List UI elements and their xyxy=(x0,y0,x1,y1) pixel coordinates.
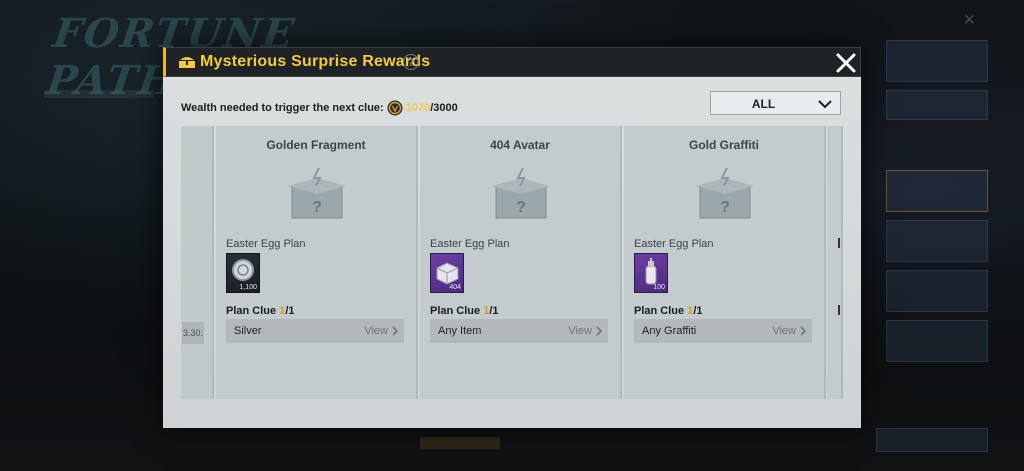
reward-card[interactable]: 404 Avatar ? Easter Egg Plan 404 Plan Cl… xyxy=(420,126,622,399)
item-quantity: 404 xyxy=(449,284,461,291)
requirement-name: Silver xyxy=(234,325,262,337)
plan-label: Easter Egg Plan xyxy=(634,238,714,250)
reward-name: 404 Avatar xyxy=(490,138,550,152)
wealth-total: /3000 xyxy=(430,102,458,114)
modal-header: Mysterious Surprise Rewards ? xyxy=(163,47,861,77)
requirement-name: Any Item xyxy=(438,325,482,337)
background-subtitle-bar xyxy=(44,90,154,98)
wealth-current: 1070 xyxy=(405,102,431,114)
chest-icon xyxy=(179,57,195,68)
reward-card[interactable]: Gold Graffiti ? Easter Egg Plan 100 Plan… xyxy=(624,126,826,399)
item-crate-icon[interactable]: 404 xyxy=(430,253,464,293)
view-link[interactable]: View xyxy=(568,325,592,337)
background-panel xyxy=(886,40,988,82)
clue-label: Plan Clue xyxy=(430,305,481,317)
item-quantity: 1,100 xyxy=(239,284,257,291)
clue-label: Plan Clue xyxy=(226,305,277,317)
modal-title: Mysterious Surprise Rewards xyxy=(200,53,431,70)
wealth-coin-icon xyxy=(387,100,403,116)
background-panel xyxy=(886,170,988,212)
svg-text:?: ? xyxy=(516,199,526,216)
reward-name: Gold Graffiti xyxy=(689,138,759,152)
background-close-icon: ✕ xyxy=(962,12,976,29)
rewards-modal: Mysterious Surprise Rewards ? Wealth nee… xyxy=(163,47,861,428)
reward-card-partial-left[interactable]: 3.30. xyxy=(181,126,214,399)
mystery-box-icon: ? xyxy=(696,167,754,219)
reward-card-partial-right[interactable] xyxy=(827,126,843,399)
plan-clue: Plan Clue 1/1 xyxy=(634,305,703,317)
background-panel xyxy=(886,320,988,362)
background-button xyxy=(876,428,988,452)
close-icon xyxy=(836,53,856,73)
reward-card[interactable]: Golden Fragment ? Easter Egg Plan 1,100 xyxy=(216,126,418,399)
reward-name: Golden Fragment xyxy=(266,138,366,152)
modal-body: Wealth needed to trigger the next clue: … xyxy=(163,77,861,428)
partial-text-marker xyxy=(838,305,840,315)
svg-text:?: ? xyxy=(720,199,730,216)
background-bottom-bar xyxy=(420,437,500,449)
background-panel xyxy=(886,220,988,262)
svg-text:?: ? xyxy=(312,199,322,216)
requirement-row[interactable]: Silver View xyxy=(226,319,404,343)
plan-label: Easter Egg Plan xyxy=(430,238,510,250)
requirement-row[interactable]: Any Graffiti View xyxy=(634,319,812,343)
chevron-right-icon xyxy=(596,326,603,336)
chevron-right-icon xyxy=(800,326,807,336)
background-panel xyxy=(886,270,988,312)
silver-coin-icon[interactable]: 1,100 xyxy=(226,253,260,293)
clue-total: /1 xyxy=(489,305,499,317)
mystery-box-icon: ? xyxy=(288,167,346,219)
clue-total: /1 xyxy=(285,305,295,317)
plan-label: Easter Egg Plan xyxy=(226,238,306,250)
background-panel xyxy=(886,90,988,120)
clue-label: Plan Clue xyxy=(634,305,685,317)
view-link[interactable]: View xyxy=(364,325,388,337)
requirement-name: Any Graffiti xyxy=(642,325,697,337)
chevron-down-icon xyxy=(818,100,832,109)
card-date: 3.30. xyxy=(182,322,204,344)
spray-can-icon[interactable]: 100 xyxy=(634,253,668,293)
requirement-row[interactable]: Any Item View xyxy=(430,319,608,343)
partial-text-marker xyxy=(838,238,840,248)
wealth-requirement: Wealth needed to trigger the next clue: … xyxy=(181,99,458,117)
help-icon[interactable]: ? xyxy=(403,54,419,70)
plan-clue: Plan Clue 1/1 xyxy=(226,305,295,317)
clue-total: /1 xyxy=(693,305,703,317)
chevron-right-icon xyxy=(392,326,399,336)
background-top-bar xyxy=(834,12,964,26)
reward-cards-carousel[interactable]: 3.30. Golden Fragment ? Easter Egg Plan xyxy=(181,126,843,399)
view-link[interactable]: View xyxy=(772,325,796,337)
plan-clue: Plan Clue 1/1 xyxy=(430,305,499,317)
mystery-box-icon: ? xyxy=(492,167,550,219)
close-button[interactable] xyxy=(832,48,860,78)
item-quantity: 100 xyxy=(653,284,665,291)
filter-dropdown[interactable]: ALL xyxy=(710,91,841,115)
filter-selected: ALL xyxy=(751,97,776,111)
wealth-label: Wealth needed to trigger the next clue: xyxy=(181,102,384,114)
